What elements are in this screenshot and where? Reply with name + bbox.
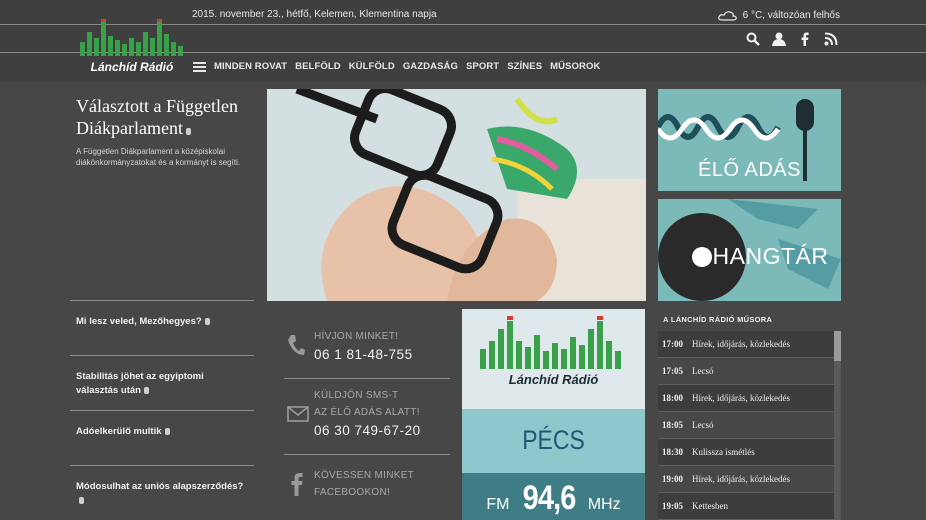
schedule-title: A LÁNCHÍD RÁDIÓ MŰSORA [663,315,773,324]
microphone-icon [204,318,210,325]
schedule-row[interactable]: 19:00 Hírek, időjárás, közlekedés [658,466,834,493]
mhz-label: MHz [587,496,621,513]
nav-item-belfold[interactable]: BELFÖLD [295,61,341,72]
nav-item-gazdasag[interactable]: GAZDASÁG [403,61,458,72]
archive-tile[interactable]: HANGTÁR [658,199,841,301]
contact-panel: HÍVJON MINKET! 06 1 81-48-755 KÜLDJÖN SM… [267,300,450,520]
phone-icon [288,335,305,355]
nav-item-musorok[interactable]: MŰSOROK [550,61,600,72]
schedule-scroll-thumb[interactable] [834,331,841,361]
microphone-icon [185,128,191,135]
news-item[interactable]: Adóelkerülő multik [70,410,254,466]
frequency-value: 94,6 [522,479,576,517]
archive-label: HANGTÁR [712,243,829,269]
schedule-row[interactable]: 17:00 Hírek, időjárás, közlekedés [658,331,834,358]
call-number[interactable]: 06 1 81-48-755 [314,347,413,362]
rss-icon[interactable] [824,32,838,46]
equalizer-logo-icon [480,316,621,369]
news-item[interactable]: Módosulhat az uniós alapszerződés? [70,465,254,520]
header-icons [746,32,838,46]
nav-item-sport[interactable]: SPORT [466,61,499,72]
schedule-row[interactable]: 18:05 Lecsó [658,412,834,439]
feature-description: A Független Diákparlament a középiskolai… [76,147,241,167]
schedule-row[interactable]: 18:00 Hírek, időjárás, közlekedés [658,385,834,412]
cloud-sun-icon [717,11,737,21]
contact-divider [284,454,450,455]
call-label: HÍVJON MINKET! [314,331,399,342]
sms-label: KÜLDJÖN SMS-T [314,390,399,401]
news-item[interactable]: Stabilitás jöhet az egyiptomi választás … [70,355,254,411]
nav-item-minden-rovat[interactable]: MINDEN ROVAT [214,61,287,72]
user-icon[interactable] [772,32,786,46]
search-icon[interactable] [746,32,760,46]
weather-text: 6 °C, változóan felhős [742,9,840,21]
news-item[interactable]: Mi lesz veled, Mezőhegyes? [70,300,254,356]
site-logo[interactable]: Lánchíd Rádió [78,18,186,74]
feature-title[interactable]: Választott a Független Diákparlament [76,95,262,139]
microphone-icon [79,497,84,504]
envelope-icon [287,406,309,422]
glasses-photo [267,89,646,301]
microphone-icon [143,387,149,394]
feature-image[interactable] [267,89,646,301]
facebook-label-2[interactable]: FACEBOOKON! [314,486,390,500]
date-line: 2015. november 23., hétfő, Kelemen, Klem… [192,9,437,20]
main-nav: MINDEN ROVAT BELFÖLD KÜLFÖLD GAZDASÁG SP… [193,61,600,72]
station-panel[interactable]: Lánchíd Rádió PÉCS FM 94,6 MHz [462,309,645,520]
microphone-icon [164,428,170,435]
contact-divider [284,378,450,379]
schedule-row[interactable]: 18:30 Kulissza ismétlés [658,439,834,466]
weather-widget: 6 °C, változóan felhős [717,9,840,21]
station-city: PÉCS [522,425,585,455]
station-logo-text: Lánchíd Rádió [508,372,599,387]
facebook-icon[interactable] [291,472,303,496]
nav-item-szines[interactable]: SZÍNES [507,61,542,72]
sms-number[interactable]: 06 30 749-67-20 [314,423,421,438]
menu-icon[interactable] [193,61,206,72]
facebook-icon[interactable] [798,32,812,46]
fm-label: FM [486,496,510,513]
nav-item-kulfold[interactable]: KÜLFÖLD [349,61,395,72]
live-broadcast-tile[interactable]: ÉLŐ ADÁS [658,89,841,191]
schedule-row[interactable]: 19:05 Kettesben [658,493,834,520]
sms-label-2: AZ ÉLŐ ADÁS ALATT! [314,407,420,418]
equalizer-logo-icon [80,19,183,56]
facebook-label[interactable]: KÖVESSEN MINKET [314,469,414,483]
station-frequency: FM 94,6 MHz [462,479,645,518]
live-broadcast-label: ÉLŐ ADÁS [698,159,801,181]
logo-text: Lánchíd Rádió [90,60,174,74]
schedule-row[interactable]: 17:05 Lecsó [658,358,834,385]
